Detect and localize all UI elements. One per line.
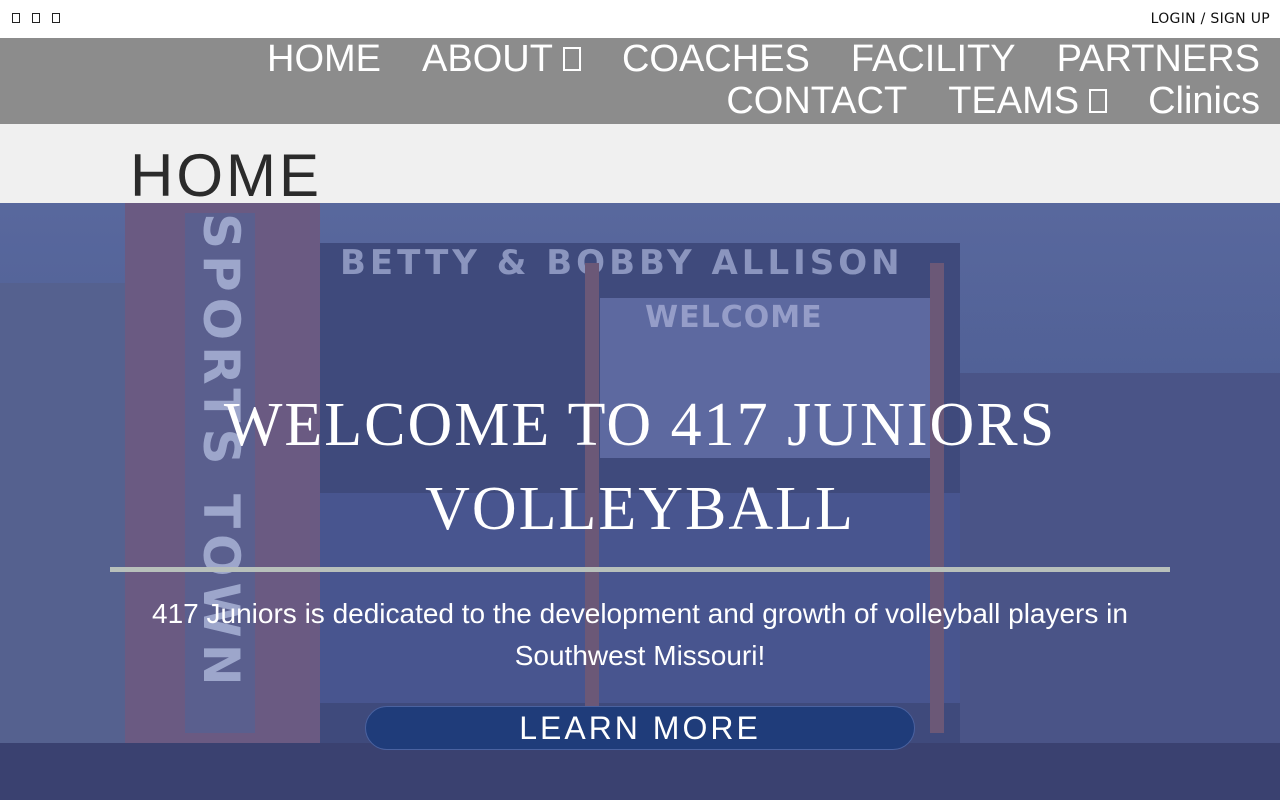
hero-section: SPORTS TOWN BETTY & BOBBY ALLISON WELCOM… — [0, 203, 1280, 800]
learn-more-button[interactable]: LEARN MORE — [365, 706, 915, 750]
nav-item-label: COACHES — [621, 38, 810, 80]
nav-item-label: PARTNERS — [1056, 38, 1260, 80]
page-title-band: HOME — [0, 124, 1280, 209]
nav-item-label: ABOUT — [422, 38, 553, 80]
nav-item-clinics[interactable]: Clinics — [1148, 80, 1260, 122]
social-links — [12, 13, 60, 23]
top-utility-bar: LOGIN / SIGN UP — [0, 0, 1280, 38]
nav-item-label: FACILITY — [850, 38, 1016, 80]
hero-ground — [0, 743, 1280, 800]
nav-item-teams[interactable]: TEAMS — [948, 80, 1108, 122]
facebook-icon[interactable] — [12, 13, 20, 23]
hero-description: 417 Juniors is dedicated to the developm… — [152, 598, 1128, 671]
hero-building-left — [0, 283, 130, 743]
login-signup-link[interactable]: LOGIN / SIGN UP — [1151, 11, 1270, 27]
nav-item-contact[interactable]: CONTACT — [726, 80, 907, 122]
nav-row-2: CONTACT TEAMS Clinics — [726, 80, 1260, 122]
nav-item-coaches[interactable]: COACHES — [622, 38, 810, 80]
nav-item-label: HOME — [267, 38, 382, 80]
dropdown-caret-icon — [1089, 89, 1108, 113]
nav-item-facility[interactable]: FACILITY — [851, 38, 1016, 80]
hero-title: WELCOME TO 417 JUNIORS VOLLEYBALL — [223, 391, 1057, 543]
main-nav: HOME ABOUT COACHES FACILITY PARTNERS CON… — [0, 38, 1280, 124]
dropdown-caret-icon — [562, 47, 581, 71]
nav-item-home[interactable]: HOME — [267, 38, 381, 80]
nav-item-label: CONTACT — [726, 80, 908, 122]
hero-divider — [110, 567, 1170, 572]
nav-item-label: Clinics — [1148, 80, 1260, 122]
nav-row-1: HOME ABOUT COACHES FACILITY PARTNERS — [267, 38, 1260, 80]
page-title: HOME — [130, 142, 322, 209]
instagram-icon[interactable] — [52, 13, 60, 23]
hero-building-sign: BETTY & BOBBY ALLISON — [340, 243, 904, 283]
nav-item-about[interactable]: ABOUT — [422, 38, 581, 80]
twitter-icon[interactable] — [32, 13, 40, 23]
hero-video-board-text: WELCOME — [645, 300, 823, 335]
nav-item-partners[interactable]: PARTNERS — [1057, 38, 1260, 80]
nav-item-label: TEAMS — [948, 80, 1080, 122]
